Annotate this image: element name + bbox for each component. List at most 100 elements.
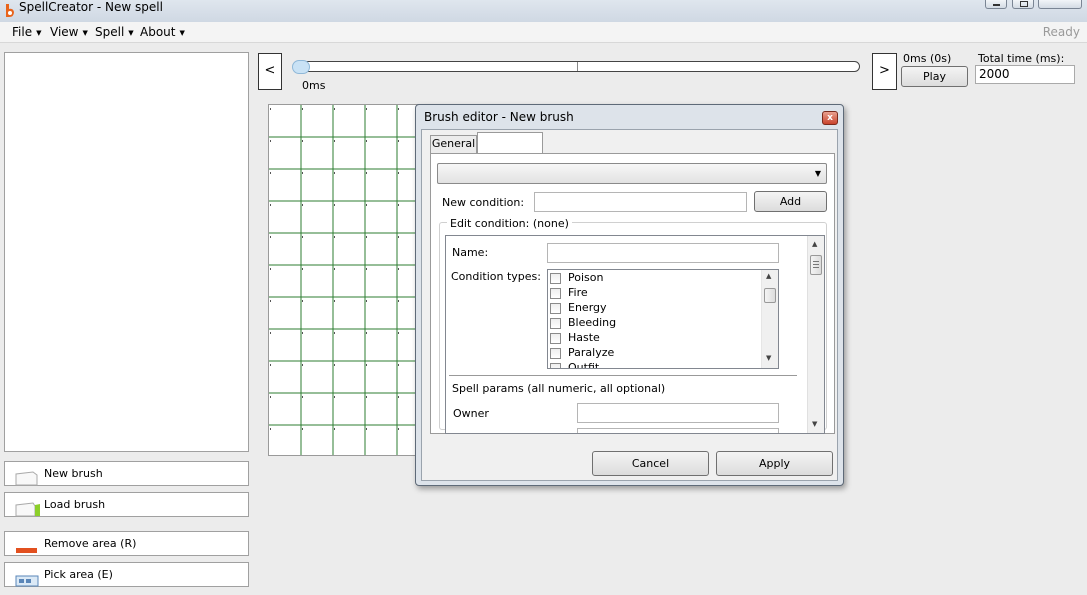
tab-content: ▼ New condition: Add Edit condition: (no… — [430, 153, 835, 434]
grid-cell-marker — [270, 428, 271, 430]
checkbox[interactable] — [550, 332, 561, 344]
tab-unnamed[interactable] — [477, 132, 543, 154]
scroll-up-icon[interactable]: ▲ — [766, 272, 771, 280]
spell-params-label: Spell params (all numeric, all optional) — [452, 382, 666, 395]
menu-file-label: File — [12, 25, 33, 39]
grid-cell-marker — [398, 332, 399, 334]
name-input[interactable] — [547, 243, 779, 263]
grid-cell-marker — [398, 428, 399, 430]
grid-cell-marker — [366, 332, 367, 334]
scroll-down-icon[interactable]: ▼ — [812, 420, 817, 428]
prev-frame-button[interactable]: < — [258, 53, 282, 90]
remove-area-icon — [16, 548, 37, 553]
menu-about[interactable]: About ▼ — [140, 25, 185, 39]
condition-type-outfit[interactable]: Outfit — [550, 361, 599, 368]
menu-spell[interactable]: Spell ▼ — [95, 25, 134, 39]
condition-type-paralyze[interactable]: Paralyze — [550, 346, 614, 361]
dialog-close-button[interactable]: x — [822, 111, 838, 125]
app-icon — [6, 4, 14, 17]
brush-list[interactable] — [4, 52, 249, 452]
checkbox[interactable] — [550, 362, 561, 368]
grid-cell-marker — [366, 140, 367, 142]
new-condition-input[interactable] — [534, 192, 747, 212]
grip-icon — [813, 261, 819, 262]
scroll-up-icon[interactable]: ▲ — [812, 240, 817, 248]
slider-thumb[interactable] — [292, 60, 310, 74]
new-brush-icon — [15, 471, 38, 486]
spell-grid[interactable] — [268, 104, 420, 456]
checkbox[interactable] — [550, 317, 561, 329]
grid-cell-marker — [270, 108, 271, 110]
grid-cell-marker — [270, 300, 271, 302]
grid-cell-marker — [366, 204, 367, 206]
title-bar: SpellCreator - New spell — [0, 0, 1087, 22]
condition-scroll-area[interactable]: Name: Condition types: Poison Fire Energ… — [445, 235, 825, 434]
chevron-down-icon: ▼ — [179, 28, 185, 37]
checkbox[interactable] — [550, 287, 561, 299]
close-icon: x — [827, 113, 833, 123]
total-time-input[interactable]: 2000 — [975, 65, 1075, 84]
apply-button[interactable]: Apply — [716, 451, 833, 476]
new-condition-label: New condition: — [442, 196, 525, 209]
tab-general[interactable]: General — [430, 135, 477, 153]
condition-types-scrollbar[interactable]: ▲ ▼ — [761, 270, 778, 368]
chevron-down-icon: ▼ — [36, 28, 42, 37]
minimize-button[interactable] — [985, 0, 1007, 9]
grid-cell-marker — [366, 300, 367, 302]
grid-cell-marker — [302, 172, 303, 174]
remove-area-label: Remove area (R) — [44, 537, 137, 550]
grid-cell-marker — [398, 396, 399, 398]
scroll-area-scrollbar[interactable]: ▲ ▼ — [807, 236, 824, 433]
condition-type-energy[interactable]: Energy — [550, 301, 607, 316]
condition-types-list[interactable]: Poison Fire Energy Bleeding Haste Paraly… — [547, 269, 779, 369]
scroll-thumb[interactable] — [764, 288, 776, 303]
menu-view[interactable]: View ▼ — [50, 25, 88, 39]
play-button[interactable]: Play — [901, 66, 968, 87]
cancel-button[interactable]: Cancel — [592, 451, 709, 476]
grid-cell-marker — [270, 204, 271, 206]
owner-input[interactable] — [577, 403, 779, 423]
grid-cell-marker — [366, 236, 367, 238]
grid-cell-marker — [302, 108, 303, 110]
grid-cell-marker — [302, 140, 303, 142]
new-brush-button[interactable]: New brush — [4, 461, 249, 486]
chevron-down-icon: ▼ — [814, 169, 821, 178]
current-time-readout: 0ms (0s) — [903, 52, 952, 65]
chevron-down-icon: ▼ — [82, 28, 88, 37]
grid-cell-marker — [398, 300, 399, 302]
scroll-thumb[interactable] — [810, 255, 822, 275]
maximize-icon — [1020, 1, 1028, 7]
param-input[interactable] — [577, 428, 779, 433]
dialog-title-bar: Brush editor - New brush x — [416, 105, 843, 129]
grid-cell-marker — [334, 300, 335, 302]
grid-cell-marker — [398, 140, 399, 142]
condition-type-label: Bleeding — [568, 316, 617, 329]
condition-type-poison[interactable]: Poison — [550, 271, 603, 286]
menu-spell-label: Spell — [95, 25, 125, 39]
grid-cell-marker — [334, 268, 335, 270]
condition-type-bleeding[interactable]: Bleeding — [550, 316, 616, 331]
grid-cell-marker — [334, 428, 335, 430]
menu-file[interactable]: File ▼ — [12, 25, 41, 39]
scroll-down-icon[interactable]: ▼ — [766, 354, 771, 362]
condition-type-haste[interactable]: Haste — [550, 331, 600, 346]
load-brush-button[interactable]: Load brush — [4, 492, 249, 517]
condition-type-fire[interactable]: Fire — [550, 286, 588, 301]
slider-tick — [577, 62, 578, 71]
remove-area-button[interactable]: Remove area (R) — [4, 531, 249, 556]
checkbox[interactable] — [550, 347, 561, 359]
add-condition-button[interactable]: Add — [754, 191, 827, 212]
grid-cell-marker — [334, 140, 335, 142]
pick-area-button[interactable]: Pick area (E) — [4, 562, 249, 587]
close-window-button[interactable] — [1038, 0, 1082, 9]
next-frame-button[interactable]: > — [872, 53, 897, 90]
status-text: Ready — [1042, 25, 1080, 39]
maximize-button[interactable] — [1012, 0, 1034, 9]
edit-condition-label: Edit condition: (none) — [447, 217, 572, 230]
grid-cell-marker — [334, 204, 335, 206]
condition-select[interactable]: ▼ — [437, 163, 827, 184]
checkbox[interactable] — [550, 302, 561, 314]
grid-cell-marker — [366, 428, 367, 430]
checkbox[interactable] — [550, 272, 561, 284]
grid-cell-marker — [270, 140, 271, 142]
